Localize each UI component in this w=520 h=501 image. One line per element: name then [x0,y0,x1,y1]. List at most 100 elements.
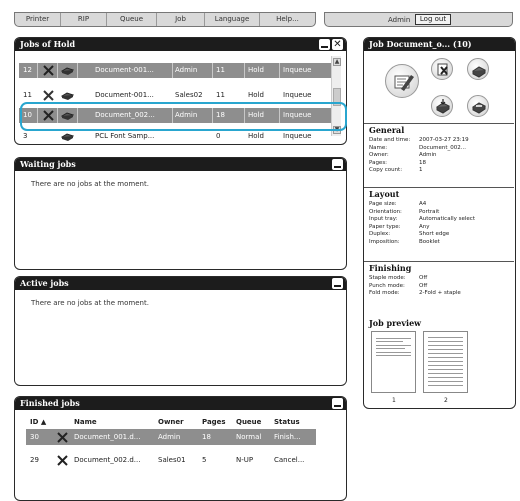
logout-button[interactable]: Log out [415,14,451,25]
col-header-queue[interactable]: Queue [236,418,261,426]
close-icon[interactable]: ✕ [332,39,343,50]
detail-value: Automatically select [419,216,475,222]
hold-job-row[interactable]: 11 Document-001... Sales02 11 Hold Inqueue [19,88,332,103]
column-separator [57,108,58,123]
col-header-pages[interactable]: Pages [202,418,226,426]
edit-job-button[interactable] [385,64,419,98]
tools-icon[interactable] [56,432,69,443]
job-name: Document-001... [95,66,154,74]
waiting-empty-message: There are no jobs at the moment. [31,180,149,188]
waiting-jobs-panel: Waiting jobs There are no jobs at the mo… [14,157,347,270]
job-pages: 0 [216,132,221,140]
waiting-jobs-header: Waiting jobs [15,158,346,171]
detail-value: Off [419,282,428,289]
job-id: 11 [23,91,32,99]
detail-row: Pages: 18 [369,160,426,166]
col-header-name[interactable]: Name [74,418,97,426]
detail-row: Orientation: Portrait [369,209,439,215]
job-pages: 11 [216,66,225,74]
column-separator [279,63,280,78]
col-header-status[interactable]: Status [274,418,300,426]
general-heading: General [369,125,405,135]
detail-value: Booklet [419,238,440,245]
detail-label: Paper type: [369,223,401,230]
scroll-thumb[interactable] [333,88,341,106]
preview-page-1-number: 1 [392,397,396,404]
menu-printer[interactable]: Printer [15,13,61,26]
hold-job-row[interactable]: 3 PCL Font Samp... 0 Hold Inqueue [19,129,332,144]
minimize-icon[interactable] [319,39,330,50]
column-separator [212,108,213,123]
finished-job-row[interactable]: 30 Document_001.d... Admin 18 Normal Finish..… [26,429,316,445]
detail-row: Punch mode: Off [369,283,427,289]
tools-icon[interactable] [42,90,55,101]
scroll-up-icon[interactable]: ▲ [333,58,341,66]
job-pages: 18 [216,111,225,119]
column-separator [172,108,173,123]
hold-job-row[interactable]: 12 Document-001... Admin 11 Hold Inqueue [19,63,332,78]
tools-icon[interactable] [56,455,69,466]
menu-job[interactable]: Job [157,13,205,26]
job-details-title: Job Document_o... (10) [369,39,472,49]
menu-rip[interactable]: RIP [61,13,107,26]
preview-heading: Job preview [369,318,422,328]
release-job-button[interactable] [467,95,489,117]
job-name: Document_002.d... [74,456,141,464]
detail-label: Page size: [369,201,397,207]
detail-label: Input tray: [369,216,398,222]
current-user: Admin [388,16,411,24]
scroll-down-icon[interactable]: ▼ [333,126,341,134]
layout-heading: Layout [369,189,400,199]
detail-value: 1 [419,167,423,173]
tools-icon[interactable] [42,65,55,76]
job-status: Cancel... [274,456,305,464]
divider [364,123,514,124]
menu-language[interactable]: Language [205,13,260,26]
column-separator [77,63,78,78]
detail-value: Any [419,223,430,230]
hold-jobs-header: Jobs of Hold ✕ [15,38,346,51]
column-separator [212,63,213,78]
detail-row: Name: Document_002... [369,145,466,151]
job-id: 12 [23,66,32,74]
preview-page-1[interactable] [371,331,416,393]
detail-value: Portrait [419,208,440,215]
job-owner: Sales02 [175,91,203,99]
menu-queue[interactable]: Queue [107,13,157,26]
job-owner: Admin [175,66,198,74]
job-name: Document_002... [95,111,155,119]
print-job-button[interactable] [467,58,489,80]
detail-value: A4 [419,201,427,207]
job-details-header: Job Document_o... (10) [364,38,515,51]
preview-page-2[interactable] [423,331,468,393]
col-header-id[interactable]: ID ▲ [30,418,46,426]
job-pages: 5 [202,456,207,464]
main-menu: Printer RIP Queue Job Language Help... [14,12,316,27]
hold-job-row[interactable]: 10 Document_002... Admin 18 Hold Inqueue [19,108,332,123]
detail-label: Fold mode: [369,290,400,296]
job-owner: Sales01 [158,456,186,464]
menu-help[interactable]: Help... [260,13,315,26]
move-job-button[interactable] [431,95,453,117]
delete-job-button[interactable] [431,58,453,80]
minimize-icon[interactable] [332,278,343,289]
active-jobs-title: Active jobs [20,278,69,288]
tools-icon[interactable] [42,110,55,121]
job-id: 3 [23,132,28,140]
detail-label: Pages: [369,159,388,166]
account-bar: Admin Log out [324,12,513,27]
hold-jobs-scrollbar[interactable]: ▲ ▼ [331,56,341,136]
detail-label: Duplex: [369,231,391,237]
printer-icon [60,110,75,121]
minimize-icon[interactable] [332,398,343,409]
detail-value: 18 [419,159,426,166]
minimize-icon[interactable] [332,159,343,170]
col-header-owner[interactable]: Owner [158,418,184,426]
job-queue: Inqueue [283,132,312,140]
finished-job-row[interactable]: 29 Document_002.d... Sales01 5 N-UP Cancel... [26,452,316,468]
column-separator [37,108,38,123]
job-status: Hold [248,132,264,140]
detail-value: 2-Fold + staple [419,290,461,296]
job-queue: Inqueue [283,91,312,99]
finished-jobs-header: Finished jobs [15,397,346,410]
